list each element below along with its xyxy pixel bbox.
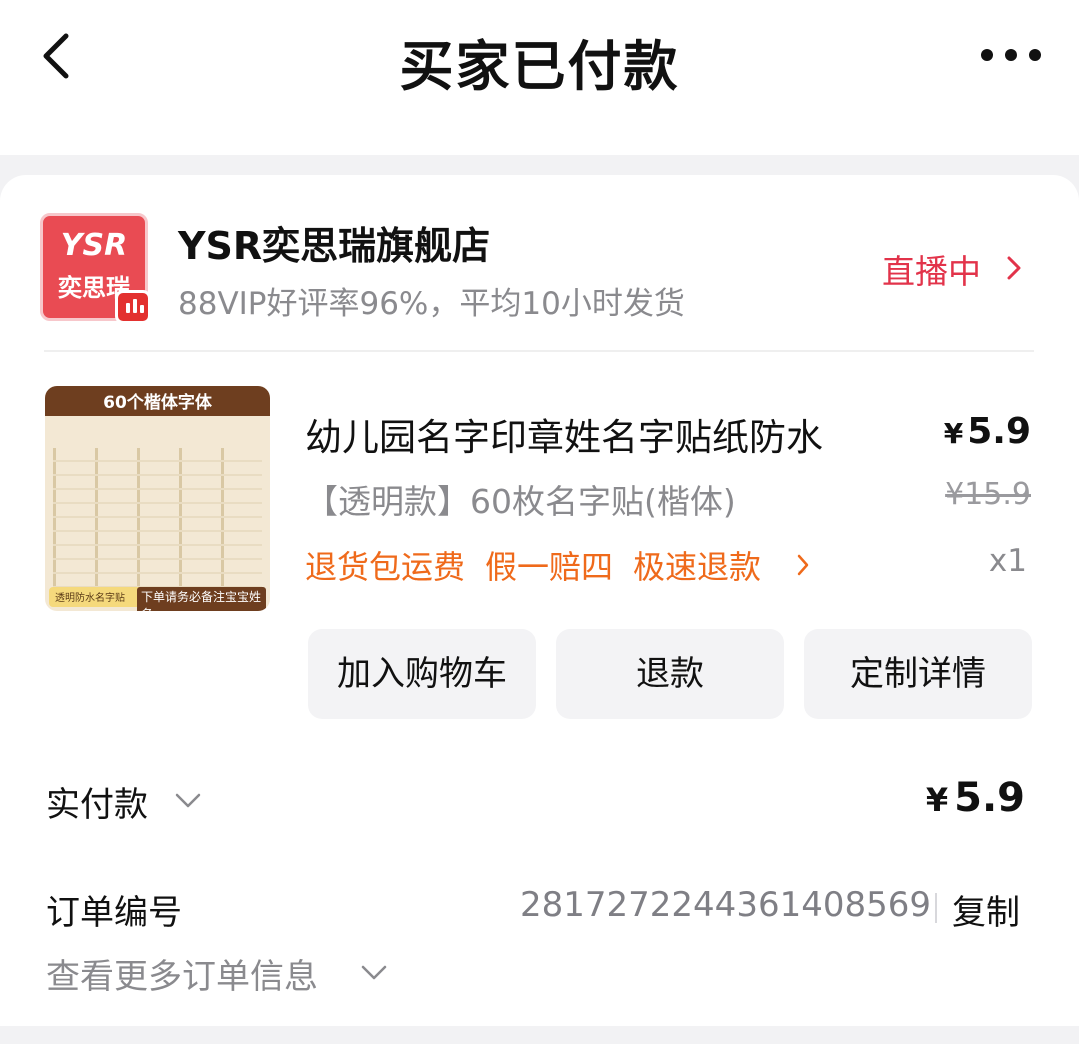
currency-symbol: ¥	[943, 417, 964, 450]
refund-button[interactable]: 退款	[556, 629, 784, 719]
more-order-info-link[interactable]: 查看更多订单信息	[46, 949, 318, 998]
product-image[interactable]: 60个楷体字体 透明防水名字贴 下单请务必备注宝宝姓名	[45, 386, 270, 611]
tag-free-return-shipping: 退货包运费	[305, 548, 466, 586]
chevron-down-icon[interactable]	[174, 792, 202, 810]
product-sku: 【透明款】60枚名字贴(楷体)	[305, 482, 736, 521]
sticker-grid	[53, 448, 262, 588]
top-bar: 买家已付款	[0, 0, 1079, 155]
image-banner: 60个楷体字体	[45, 386, 270, 416]
copy-button[interactable]: 复制	[952, 885, 1020, 934]
chevron-down-icon[interactable]	[360, 964, 388, 982]
live-streaming-link[interactable]: 直播中	[882, 245, 981, 293]
shop-logo[interactable]: YSR 奕思瑞	[40, 213, 151, 324]
original-price: ¥15.9	[945, 477, 1031, 512]
separator	[935, 893, 937, 923]
tag-fake-compensation: 假一赔四	[485, 548, 614, 586]
product-price: ¥5.9	[944, 411, 1031, 452]
add-to-cart-button[interactable]: 加入购物车	[308, 629, 536, 719]
order-card: YSR 奕思瑞 YSR奕思瑞旗舰店 88VIP好评率96%，平均10小时发货 直…	[0, 175, 1079, 1026]
image-footer-right: 下单请务必备注宝宝姓名	[137, 587, 266, 611]
image-banner-text: 60个楷体字体	[103, 393, 212, 413]
order-number-label: 订单编号	[46, 893, 182, 933]
chevron-right-icon[interactable]	[796, 553, 810, 577]
chevron-right-icon[interactable]	[1006, 255, 1022, 281]
product-title[interactable]: 幼儿园名字印章姓名字贴纸防水	[305, 407, 823, 461]
live-bars-icon	[115, 290, 151, 324]
quantity: x1	[988, 543, 1027, 579]
divider	[44, 350, 1034, 352]
tag-fast-refund: 极速退款	[633, 548, 762, 586]
page-title: 买家已付款	[399, 35, 680, 98]
service-tags[interactable]: 退货包运费 假一赔四 极速退款	[305, 542, 781, 588]
order-number: 2817272244361408569	[520, 885, 932, 925]
paid-label[interactable]: 实付款	[46, 777, 148, 826]
currency-symbol: ¥	[925, 781, 949, 819]
paid-amount: ¥5.9	[926, 775, 1025, 821]
price-value: 5.9	[967, 411, 1031, 452]
image-footer: 透明防水名字贴 下单请务必备注宝宝姓名	[49, 587, 266, 611]
image-footer-left: 透明防水名字贴	[55, 593, 125, 604]
logo-text-top: YSR	[60, 228, 128, 263]
paid-value: 5.9	[954, 775, 1025, 821]
custom-details-button[interactable]: 定制详情	[804, 629, 1032, 719]
more-dots-icon[interactable]	[976, 40, 1046, 70]
shop-rating: 88VIP好评率96%，平均10小时发货	[178, 286, 685, 322]
shop-name[interactable]: YSR奕思瑞旗舰店	[178, 215, 490, 270]
